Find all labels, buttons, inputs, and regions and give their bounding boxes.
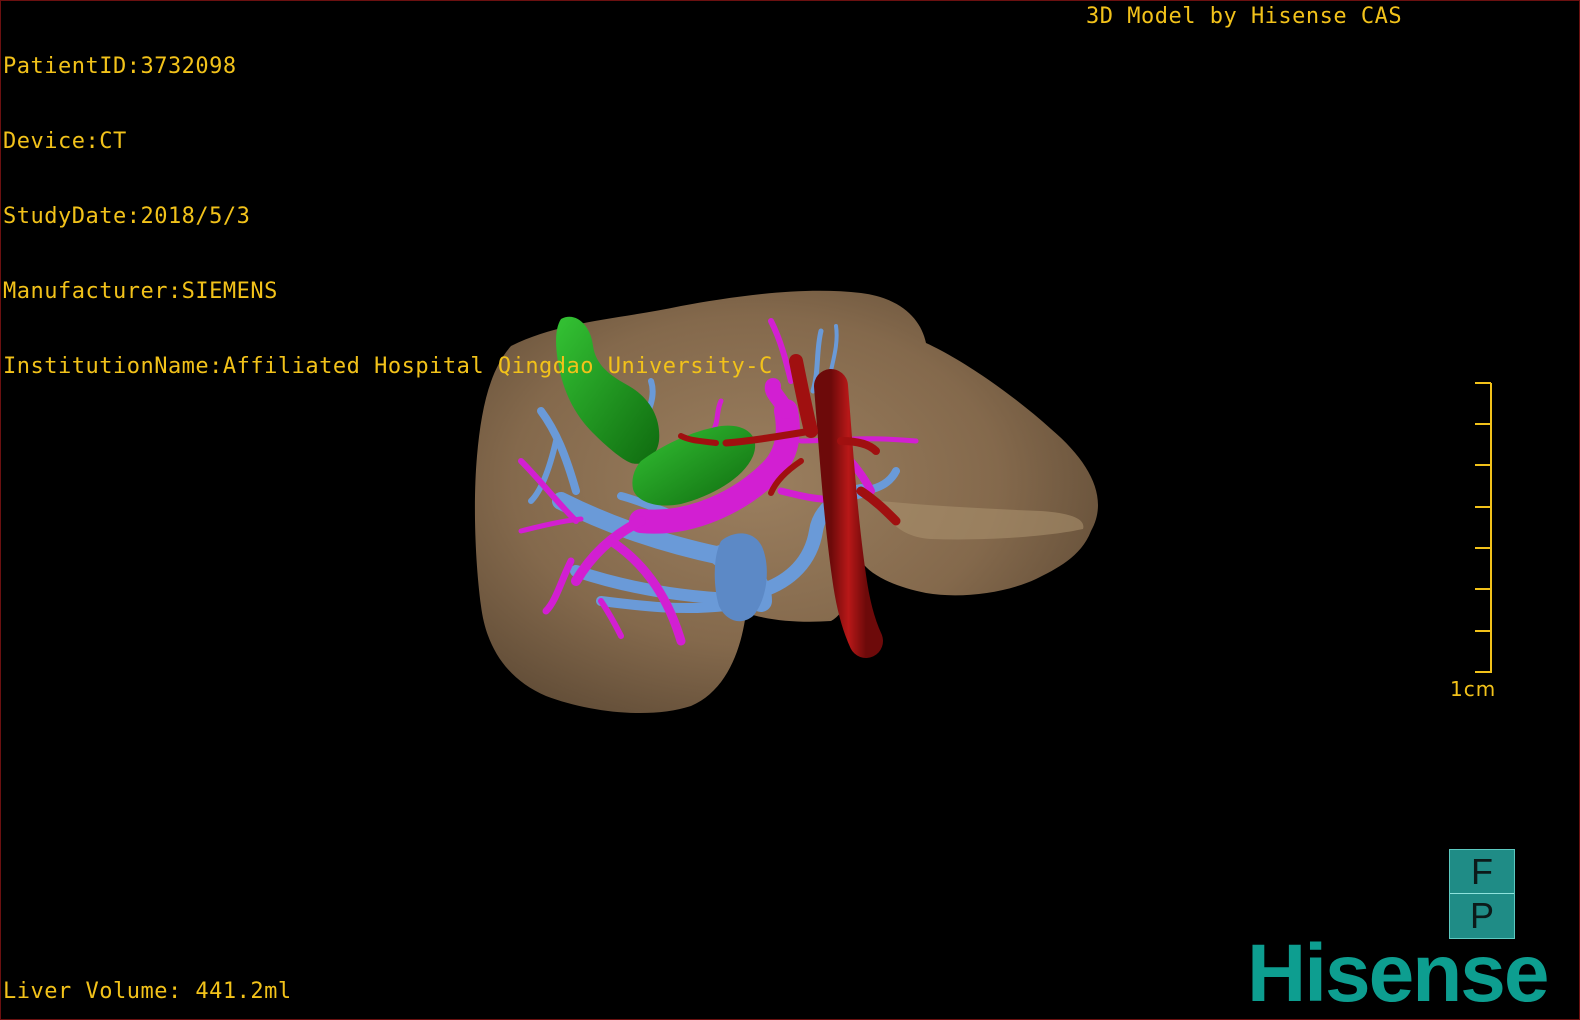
scale-bar	[1475, 382, 1492, 673]
orientation-cube[interactable]: F P	[1449, 849, 1515, 939]
patient-id: PatientID:3732098	[3, 54, 237, 79]
scale-label: 1cm	[1450, 677, 1497, 701]
model-caption: 3D Model by Hisense CAS	[1086, 4, 1403, 29]
3d-viewport[interactable]: PatientID:3732098 Device:CT StudyDate:20…	[0, 0, 1580, 1020]
orientation-face-top[interactable]: F	[1450, 850, 1514, 894]
manufacturer: Manufacturer:SIEMENS	[3, 279, 278, 304]
liver-volume: Liver Volume: 441.2ml	[3, 979, 292, 1004]
institution-name: InstitutionName:Affiliated Hospital Qing…	[3, 354, 773, 379]
device: Device:CT	[3, 129, 127, 154]
study-date: StudyDate:2018/5/3	[3, 204, 251, 229]
patient-info-block: PatientID:3732098 Device:CT StudyDate:20…	[3, 4, 773, 429]
hisense-logo: Hisense	[1247, 928, 1550, 1019]
